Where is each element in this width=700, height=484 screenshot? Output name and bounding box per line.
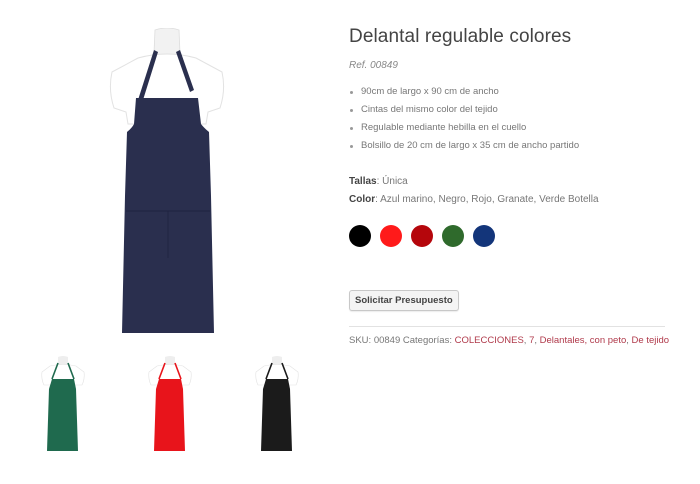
thumbnail-black-apron[interactable] — [252, 355, 302, 455]
sku-value: 00849 — [373, 335, 401, 346]
thumbnail-green-apron[interactable] — [38, 355, 88, 455]
sizes-value: : Única — [376, 176, 408, 187]
category-link-de-tejido[interactable]: De tejido — [632, 335, 670, 346]
swatch-navy-blue[interactable] — [473, 225, 495, 247]
swatch-red[interactable] — [380, 225, 402, 247]
color-value: : Azul marino, Negro, Rojo, Granate, Ver… — [375, 194, 599, 205]
mannequin-neck — [153, 28, 181, 56]
product-title: Delantal regulable colores — [349, 26, 572, 47]
swatch-bottle-green[interactable] — [442, 225, 464, 247]
feature-item: Regulable mediante hebilla en el cuello — [349, 119, 669, 137]
color-label: Color — [349, 194, 376, 205]
category-link-delantales-con-peto[interactable]: Delantales, con peto — [540, 335, 627, 346]
product-attributes: Tallas: Única Color: Azul marino, Negro,… — [349, 175, 669, 207]
feature-item: Cintas del mismo color del tejido — [349, 101, 669, 119]
product-summary: Delantal regulable colores Ref. 00849 90… — [349, 26, 669, 346]
feature-list: 90cm de largo x 90 cm de ancho Cintas de… — [349, 83, 669, 155]
category-link-7[interactable]: 7 — [529, 335, 534, 346]
sizes-label: Tallas — [349, 176, 377, 187]
thumb-apron-body — [47, 379, 78, 451]
swatch-garnet[interactable] — [411, 225, 433, 247]
product-meta: SKU: 00849 Categorías: COLECCIONES, 7, D… — [349, 335, 670, 346]
feature-item: Bolsillo de 20 cm de largo x 35 cm de an… — [349, 137, 669, 155]
thumbnail-red-apron[interactable] — [145, 355, 195, 455]
swatch-black[interactable] — [349, 225, 371, 247]
color-swatches — [349, 225, 669, 247]
category-link-colecciones[interactable]: COLECCIONES — [455, 335, 524, 346]
sizes-attribute: Tallas: Única — [349, 175, 669, 189]
categories-label: Categorías: — [400, 335, 455, 346]
main-product-image[interactable] — [100, 28, 235, 343]
request-quote-button[interactable]: Solicitar Presupuesto — [349, 290, 459, 311]
color-attribute: Color: Azul marino, Negro, Rojo, Granate… — [349, 193, 669, 207]
thumb-apron-body — [154, 379, 185, 451]
thumb-apron-body — [261, 379, 292, 451]
feature-item: 90cm de largo x 90 cm de ancho — [349, 83, 669, 101]
divider — [349, 326, 665, 327]
product-reference: Ref. 00849 — [349, 60, 398, 71]
sku-label: SKU: — [349, 335, 374, 346]
